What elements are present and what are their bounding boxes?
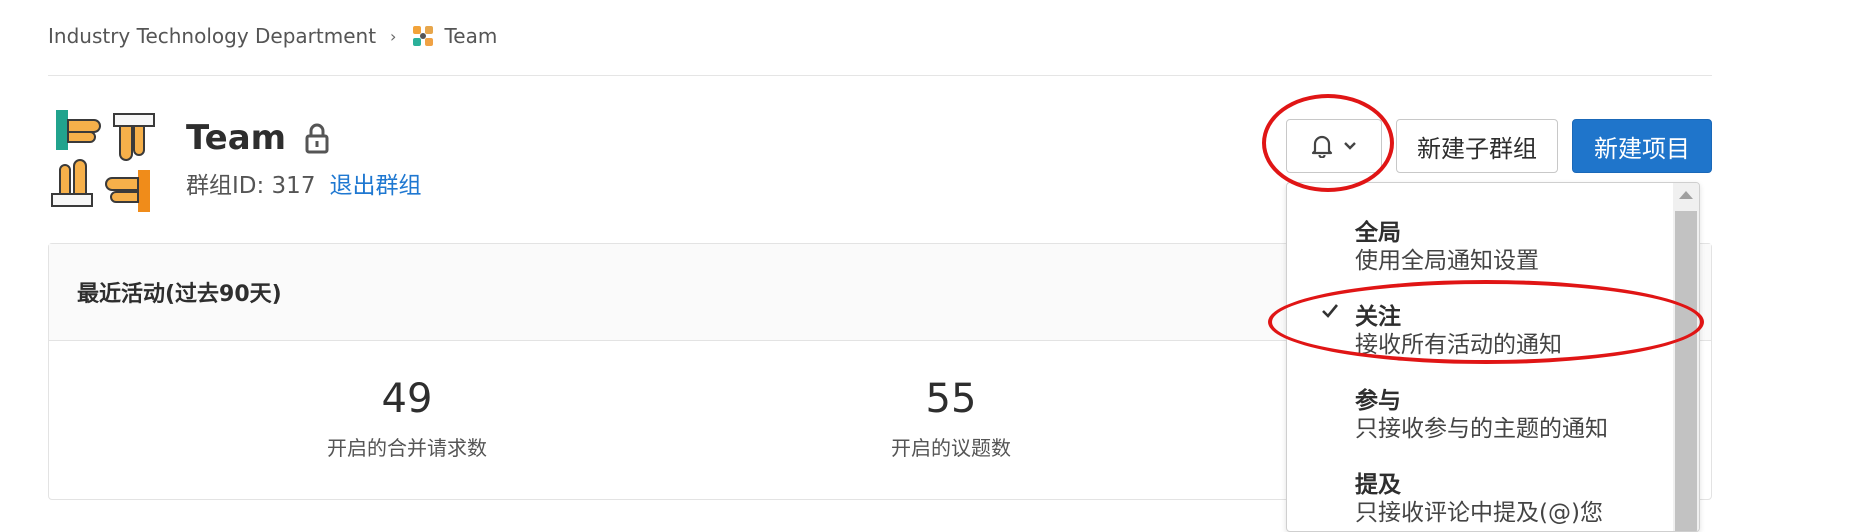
chevron-down-icon xyxy=(1344,142,1356,150)
notification-option-global[interactable]: 全局 使用全局通知设置 xyxy=(1287,213,1667,283)
stat-merge-requests: 49 开启的合并请求数 xyxy=(257,376,557,461)
option-description: 只接收参与的主题的通知 xyxy=(1355,416,1608,442)
new-subgroup-button[interactable]: 新建子群组 xyxy=(1396,119,1558,173)
team-hands-avatar-icon xyxy=(51,110,155,212)
notification-dropdown-menu: 全局 使用全局通知设置 关注 接收所有活动的通知 参与 只接收参与的主题的通知 … xyxy=(1286,182,1700,532)
group-id: 群组ID: 317 xyxy=(186,173,316,199)
notification-option-participate[interactable]: 参与 只接收参与的主题的通知 xyxy=(1287,381,1667,451)
bell-icon xyxy=(1311,135,1333,158)
stat-label: 开启的议题数 xyxy=(891,436,1011,460)
header-divider xyxy=(48,75,1712,76)
group-name: Team xyxy=(186,118,287,158)
notification-settings-button[interactable] xyxy=(1286,119,1382,173)
breadcrumb-parent-link[interactable]: Industry Technology Department xyxy=(48,24,376,48)
stat-label: 开启的合并请求数 xyxy=(327,436,487,460)
lock-icon xyxy=(305,123,329,154)
scroll-thumb[interactable] xyxy=(1675,211,1697,531)
stat-value: 55 xyxy=(925,376,977,422)
chevron-right-icon: › xyxy=(390,26,397,46)
notification-option-watch[interactable]: 关注 接收所有活动的通知 xyxy=(1287,297,1667,367)
stat-issues: 55 开启的议题数 xyxy=(801,376,1101,461)
option-description: 接收所有活动的通知 xyxy=(1355,332,1562,358)
new-project-button[interactable]: 新建项目 xyxy=(1572,119,1712,173)
dropdown-scrollbar[interactable] xyxy=(1673,183,1699,531)
check-icon xyxy=(1322,304,1339,318)
breadcrumb: Industry Technology Department › Team xyxy=(48,22,497,50)
team-avatar-small-icon xyxy=(413,26,434,46)
stat-value: 49 xyxy=(381,376,433,422)
leave-group-link[interactable]: 退出群组 xyxy=(329,166,421,200)
breadcrumb-current[interactable]: Team xyxy=(444,24,497,48)
option-description: 使用全局通知设置 xyxy=(1355,248,1539,274)
group-title: Team xyxy=(186,118,330,158)
group-meta: 群组ID: 317 退出群组 xyxy=(186,166,421,200)
scroll-up-arrow-icon[interactable] xyxy=(1679,191,1693,199)
